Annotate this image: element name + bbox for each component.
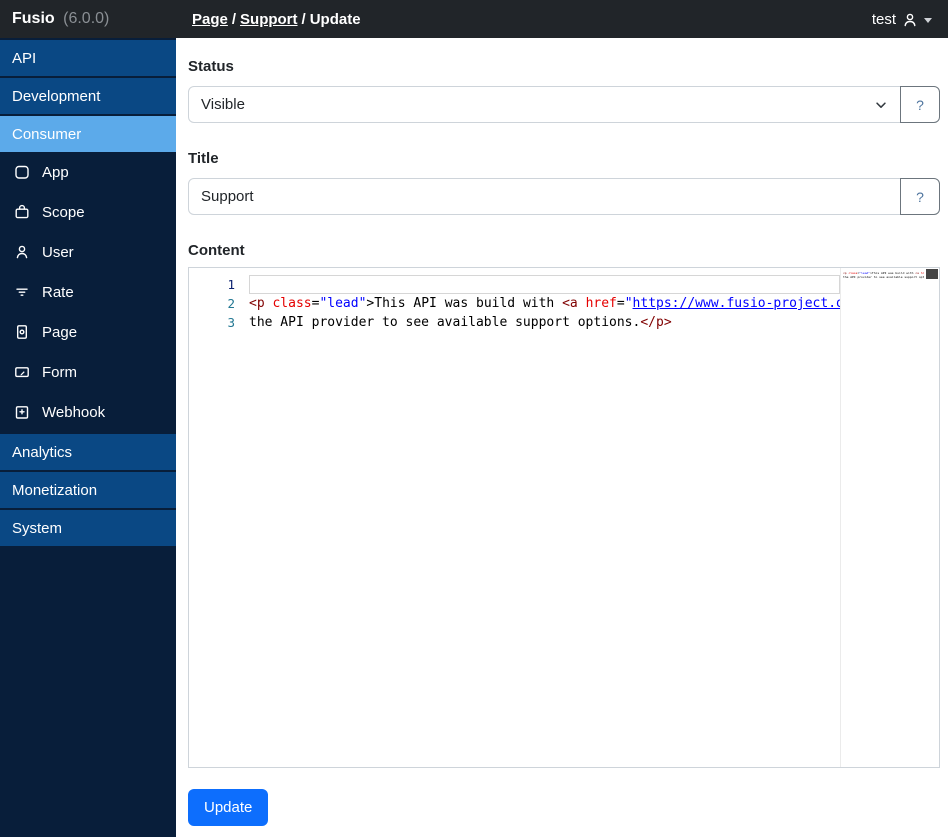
line-number: 3 [227, 315, 235, 330]
scrollbar-thumb[interactable] [926, 269, 938, 279]
app-brand: Fusio [12, 10, 55, 27]
sidebar-item-monetization[interactable]: Monetization [0, 472, 176, 508]
breadcrumb-page[interactable]: Page [192, 11, 228, 28]
sidebar-item-label: API [12, 49, 37, 67]
code-line-content: the API provider to see available suppor… [249, 315, 672, 330]
sidebar-item-label: User [42, 243, 74, 261]
breadcrumb-update: Update [309, 10, 361, 28]
sidebar-item-page[interactable]: Page [0, 312, 176, 352]
app-version: (6.0.0) [63, 10, 110, 27]
scope-icon [13, 203, 31, 221]
sidebar-item-user[interactable]: User [0, 232, 176, 272]
sidebar-item-label: Scope [42, 203, 85, 221]
webhook-icon [13, 403, 31, 421]
code-line[interactable]: 1 [189, 275, 840, 294]
chevron-down-icon [924, 17, 932, 23]
sidebar-item-development[interactable]: Development [0, 78, 176, 114]
sidebar-consumer-children: App Scope User Rate Page Form Webhook [0, 152, 176, 432]
code-line-content: <p class="lead">This API was build with … [249, 296, 840, 311]
status-help-button[interactable]: ? [900, 86, 940, 123]
sidebar-item-label: App [42, 163, 69, 181]
line-number: 2 [227, 296, 235, 311]
title-label: Title [188, 150, 219, 167]
user-menu[interactable]: test [872, 11, 948, 28]
breadcrumb-separator: / [231, 10, 237, 28]
sidebar-item-label: Webhook [42, 403, 106, 421]
breadcrumb: Page / Support / Update [176, 11, 872, 28]
minimap-line: the API provider to see available suppor… [843, 275, 924, 279]
title-help-button[interactable]: ? [900, 178, 940, 215]
topbar: Fusio (6.0.0) Page / Support / Update test [0, 0, 948, 38]
sidebar-item-label: Development [12, 87, 101, 105]
breadcrumb-separator: / [301, 10, 306, 28]
content-label: Content [188, 242, 245, 259]
user-icon [13, 243, 31, 261]
sidebar-item-label: Form [42, 363, 77, 381]
page-icon [13, 323, 31, 341]
code-line[interactable]: 2 <p class="lead">This API was build with… [189, 294, 840, 313]
title-input[interactable] [188, 178, 901, 215]
code-line-content [249, 275, 840, 294]
sidebar-item-label: Rate [42, 283, 74, 301]
sidebar-item-analytics[interactable]: Analytics [0, 434, 176, 470]
sidebar-item-label: System [12, 519, 63, 537]
sidebar-item-rate[interactable]: Rate [0, 272, 176, 312]
sidebar-item-app[interactable]: App [0, 152, 176, 192]
sidebar: API Development Consumer App Scope User Rate P… [0, 38, 176, 837]
code-line[interactable]: 3 the API provider to see available suppo… [189, 313, 840, 332]
line-number: 1 [227, 277, 235, 292]
editor-minimap[interactable]: <p class="lead">This API was build with … [840, 268, 925, 767]
title-field: Title ? [188, 150, 948, 215]
sidebar-top-nav: API Development Consumer [0, 40, 176, 152]
code-editor[interactable]: 1 2 <p class="lead">This API was build wit… [188, 267, 940, 768]
sidebar-item-label: Monetization [12, 481, 98, 499]
chevron-down-icon [876, 101, 886, 108]
app-icon [13, 163, 31, 181]
sidebar-bottom-nav: Analytics Monetization System [0, 434, 176, 546]
sidebar-item-system[interactable]: System [0, 510, 176, 546]
status-select[interactable]: Visible [188, 86, 901, 123]
rate-icon [13, 283, 31, 301]
sidebar-item-form[interactable]: Form [0, 352, 176, 392]
person-icon [902, 11, 918, 27]
sidebar-item-label: Page [42, 323, 78, 341]
status-field: Status Visible ? [188, 58, 948, 123]
sidebar-item-label: Analytics [12, 443, 73, 461]
update-button[interactable]: Update [188, 789, 269, 826]
sidebar-item-api[interactable]: API [0, 40, 176, 76]
breadcrumb-support[interactable]: Support [240, 11, 298, 28]
editor-lines: 1 2 <p class="lead">This API was build wit… [189, 275, 840, 332]
sidebar-item-label: Consumer [12, 125, 82, 143]
user-name: test [871, 10, 896, 28]
main-content: Status Visible ? Title ? Content 1 2 <p cl… [176, 38, 948, 837]
sidebar-item-webhook[interactable]: Webhook [0, 392, 176, 432]
brand-area: Fusio (6.0.0) [0, 10, 176, 28]
sidebar-item-consumer[interactable]: Consumer [0, 116, 176, 152]
form-icon [13, 363, 31, 381]
status-label: Status [188, 58, 234, 75]
sidebar-item-scope[interactable]: Scope [0, 192, 176, 232]
content-field: Content 1 2 <p class="lead">This API was b… [188, 242, 948, 768]
status-selected-value: Visible [201, 96, 245, 113]
editor-scrollbar[interactable] [925, 268, 939, 767]
